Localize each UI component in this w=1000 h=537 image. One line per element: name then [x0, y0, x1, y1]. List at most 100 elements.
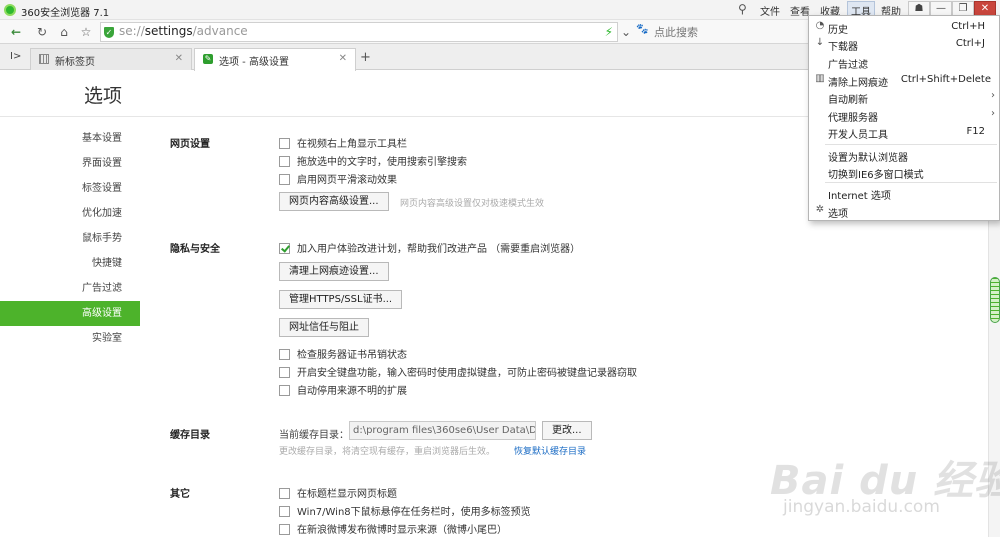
- menu-item-options[interactable]: ✲ 选项: [809, 203, 999, 220]
- checkbox-smooth-scroll[interactable]: 启用网页平滑滚动效果: [279, 171, 397, 186]
- chevron-right-icon: ›: [991, 108, 995, 119]
- address-bar[interactable]: ✓ se://settings/advance ⚡: [100, 22, 618, 42]
- sidebar-item-shortcuts[interactable]: 快捷键: [0, 251, 140, 276]
- menu-item-label: 选项: [828, 209, 848, 220]
- settings-sidebar: 基本设置 界面设置 标签设置 优化加速 鼠标手势 快捷键 广告过滤 高级设置 实…: [0, 126, 140, 351]
- menu-item-shortcut: Ctrl+J: [955, 38, 985, 49]
- menu-item-internet-options[interactable]: Internet 选项: [809, 185, 999, 202]
- shield-icon: ✓: [104, 27, 114, 38]
- chevron-right-icon: ›: [991, 90, 995, 101]
- checkbox-drag-search[interactable]: 拖放选中的文字时，使用搜索引擎搜索: [279, 153, 467, 168]
- menu-item-shortcut: F12: [966, 126, 985, 137]
- checkbox-disable-unknown-extensions[interactable]: 自动停用来源不明的扩展: [279, 382, 407, 397]
- checkbox-checked[interactable]: [279, 243, 290, 254]
- tab-advanced-settings[interactable]: ✎ 选项 - 高级设置 ✕: [194, 48, 356, 71]
- checkbox-join-program[interactable]: 加入用户体验改进计划，帮助我们改进产品 （需要重启浏览器）: [279, 240, 580, 255]
- menu-item-label: 历史: [828, 25, 848, 36]
- sidebar-item-interface[interactable]: 界面设置: [0, 151, 140, 176]
- chevron-down-icon[interactable]: ⌄: [618, 24, 634, 40]
- speed-mode-icon[interactable]: ⚡: [605, 25, 613, 39]
- checkbox[interactable]: [279, 138, 290, 149]
- search-input[interactable]: [654, 22, 804, 42]
- checkbox[interactable]: [279, 367, 290, 378]
- checkbox-video-toolbar[interactable]: 在视频右上角显示工具栏: [279, 135, 407, 150]
- checkbox[interactable]: [279, 524, 290, 535]
- wrench-icon: ✎: [203, 54, 213, 64]
- cache-note: 更改缓存目录，将清空现有缓存，重启浏览器后生效。: [279, 447, 496, 457]
- checkbox[interactable]: [279, 488, 290, 499]
- close-icon[interactable]: ✕: [175, 53, 183, 64]
- scrollbar-thumb[interactable]: [990, 277, 1000, 323]
- menu-item-auto-refresh[interactable]: 自动刷新 ›: [809, 89, 999, 106]
- menu-item-adblock[interactable]: 广告过滤: [809, 54, 999, 71]
- checkbox[interactable]: [279, 156, 290, 167]
- baidu-watermark-url: jingyan.baidu.com: [783, 497, 940, 517]
- cache-path-field: d:\program files\360se6\User Data\Defaul…: [349, 421, 536, 440]
- menu-item-set-default[interactable]: 设置为默认浏览器: [809, 147, 999, 164]
- sidebar-item-lab[interactable]: 实验室: [0, 326, 140, 351]
- star-icon[interactable]: ☆: [78, 24, 94, 40]
- tab-new-page[interactable]: 新标签页 ✕: [30, 48, 192, 70]
- new-tab-plus-icon[interactable]: +: [360, 50, 371, 65]
- menu-item-history[interactable]: ◔ 历史 Ctrl+H: [809, 19, 999, 36]
- user-icon[interactable]: ⚲: [738, 2, 747, 16]
- back-arrow-icon[interactable]: ←: [8, 24, 24, 40]
- sidebar-item-tabs[interactable]: 标签设置: [0, 176, 140, 201]
- grid-icon: [39, 54, 49, 64]
- web-content-advanced-button[interactable]: 网页内容高级设置...: [279, 192, 389, 211]
- checkbox-show-title[interactable]: 在标题栏显示网页标题: [279, 485, 397, 500]
- sidebar-item-advanced[interactable]: 高级设置: [0, 301, 140, 326]
- checkbox-secure-keyboard[interactable]: 开启安全键盘功能，输入密码时使用虚拟键盘，可防止密码被键盘记录器窃取: [279, 364, 637, 379]
- restore-default-cache-link[interactable]: 恢复默认缓存目录: [514, 444, 586, 457]
- option-label: 在标题栏显示网页标题: [297, 489, 397, 500]
- option-label: Win7/Win8下鼠标悬停在任务栏时，使用多标签预览: [297, 507, 531, 518]
- menu-file[interactable]: 文件: [760, 3, 780, 18]
- cache-current-label: 当前缓存目录：: [279, 430, 349, 441]
- manage-certificates-button[interactable]: 管理HTTPS/SSL证书...: [279, 290, 403, 309]
- menu-item-label: 设置为默认浏览器: [828, 153, 908, 164]
- page-title: 选项: [84, 85, 123, 107]
- checkbox-weibo-source[interactable]: 在新浪微博发布微博时显示来源（微博小尾巴）: [279, 521, 507, 536]
- menu-item-clear-traces[interactable]: ▥ 清除上网痕迹 Ctrl+Shift+Delete: [809, 72, 999, 89]
- menu-separator: [825, 144, 997, 145]
- sidebar-item-gestures[interactable]: 鼠标手势: [0, 226, 140, 251]
- tab-label: 新标签页: [55, 57, 95, 68]
- tools-dropdown-menu: ◔ 历史 Ctrl+H ↓ 下载器 Ctrl+J 广告过滤 ▥ 清除上网痕迹 C…: [808, 15, 1000, 221]
- option-label: 开启安全键盘功能，输入密码时使用虚拟键盘，可防止密码被键盘记录器窃取: [297, 368, 637, 379]
- menu-item-label: 代理服务器: [828, 113, 878, 124]
- close-icon[interactable]: ✕: [339, 53, 347, 64]
- clear-traces-settings-button[interactable]: 清理上网痕迹设置...: [279, 262, 389, 281]
- checkbox-taskbar-preview[interactable]: Win7/Win8下鼠标悬停在任务栏时，使用多标签预览: [279, 503, 531, 518]
- search-engine-icon[interactable]: 🐾: [636, 24, 650, 38]
- menu-item-proxy[interactable]: 代理服务器 ›: [809, 107, 999, 124]
- checkbox[interactable]: [279, 349, 290, 360]
- sidebar-item-adblock[interactable]: 广告过滤: [0, 276, 140, 301]
- checkbox[interactable]: [279, 506, 290, 517]
- gear-icon: ✲: [815, 204, 825, 215]
- option-label: 加入用户体验改进计划，帮助我们改进产品 （需要重启浏览器）: [297, 244, 581, 255]
- web-content-note: 网页内容高级设置仅对极速模式生效: [400, 199, 545, 209]
- app-title: 360安全浏览器 7.1: [21, 8, 110, 19]
- menu-item-downloader[interactable]: ↓ 下载器 Ctrl+J: [809, 36, 999, 53]
- home-icon[interactable]: ⌂: [56, 24, 72, 40]
- trash-icon: ▥: [815, 73, 825, 84]
- section-title-privacy: 隐私与安全: [170, 244, 220, 255]
- menu-item-label: 开发人员工具: [828, 130, 888, 141]
- change-cache-button[interactable]: 更改...: [542, 421, 592, 440]
- refresh-icon[interactable]: ↻: [34, 24, 50, 40]
- option-label: 在视频右上角显示工具栏: [297, 139, 407, 150]
- sidebar-toggle-icon[interactable]: I>: [10, 51, 21, 62]
- checkbox[interactable]: [279, 174, 290, 185]
- address-url[interactable]: se://settings/advance: [119, 24, 248, 38]
- menu-item-ie6-mode[interactable]: 切换到IE6多窗口模式: [809, 164, 999, 181]
- menu-item-devtools[interactable]: 开发人员工具 F12: [809, 124, 999, 141]
- menu-item-label: 切换到IE6多窗口模式: [828, 170, 924, 181]
- sidebar-item-basic[interactable]: 基本设置: [0, 126, 140, 151]
- url-trust-block-button[interactable]: 网址信任与阻止: [279, 318, 369, 337]
- sidebar-item-optimize[interactable]: 优化加速: [0, 201, 140, 226]
- menu-view[interactable]: 查看: [790, 3, 810, 18]
- option-label: 启用网页平滑滚动效果: [297, 175, 397, 186]
- checkbox[interactable]: [279, 385, 290, 396]
- checkbox-cert-revocation[interactable]: 检查服务器证书吊销状态: [279, 346, 407, 361]
- menu-item-shortcut: Ctrl+H: [951, 21, 985, 32]
